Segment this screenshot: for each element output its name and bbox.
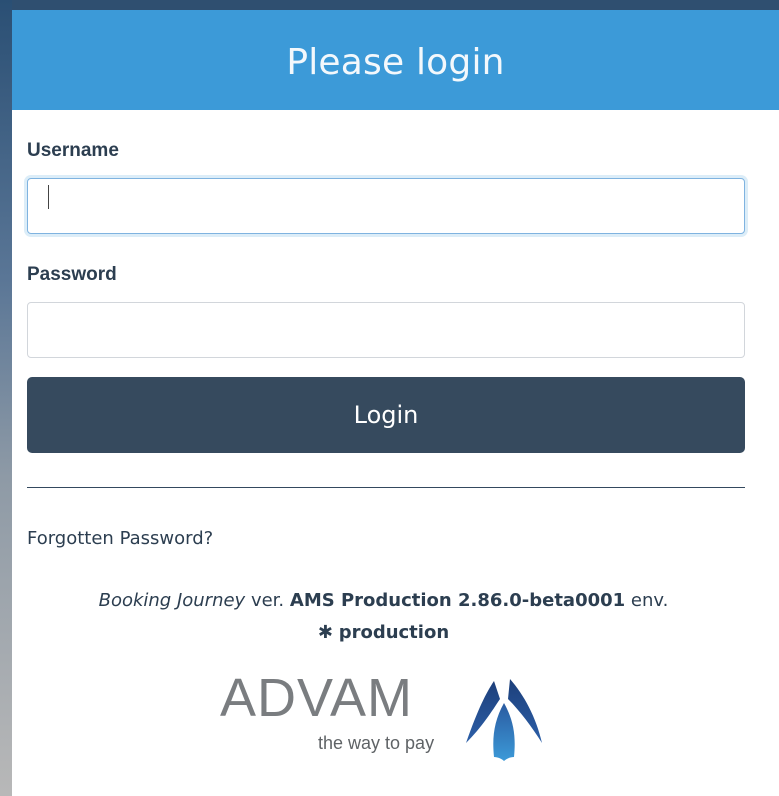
- window-left-edge: [0, 0, 12, 796]
- divider: [27, 487, 745, 488]
- page-title: Please login: [286, 41, 505, 83]
- ver-label: ver.: [250, 590, 285, 611]
- advam-logo: ADVAM the way to pay: [220, 665, 560, 765]
- text-caret: [48, 185, 49, 209]
- asterisk-icon: ✱: [317, 622, 333, 643]
- app-name: Booking Journey: [98, 590, 246, 611]
- advam-mark-icon: [466, 679, 542, 761]
- version-line: Booking Journey ver. AMS Production 2.86…: [0, 585, 767, 617]
- username-field[interactable]: [27, 178, 745, 234]
- environment-line: ✱ production: [0, 617, 767, 649]
- username-label: Username: [27, 140, 119, 161]
- login-button[interactable]: Login: [27, 377, 745, 453]
- logo-wordmark: ADVAM: [220, 668, 414, 728]
- version-info: Booking Journey ver. AMS Production 2.86…: [0, 585, 767, 649]
- password-label: Password: [27, 264, 117, 285]
- forgot-password-link[interactable]: Forgotten Password?: [27, 528, 213, 549]
- logo-tagline: the way to pay: [318, 733, 435, 753]
- password-field[interactable]: [27, 302, 745, 358]
- env-label: env.: [630, 590, 669, 611]
- window-top-edge: [0, 0, 779, 10]
- environment-name: production: [338, 622, 450, 643]
- login-header: Please login: [12, 10, 779, 110]
- version-string: AMS Production 2.86.0-beta0001: [289, 590, 626, 611]
